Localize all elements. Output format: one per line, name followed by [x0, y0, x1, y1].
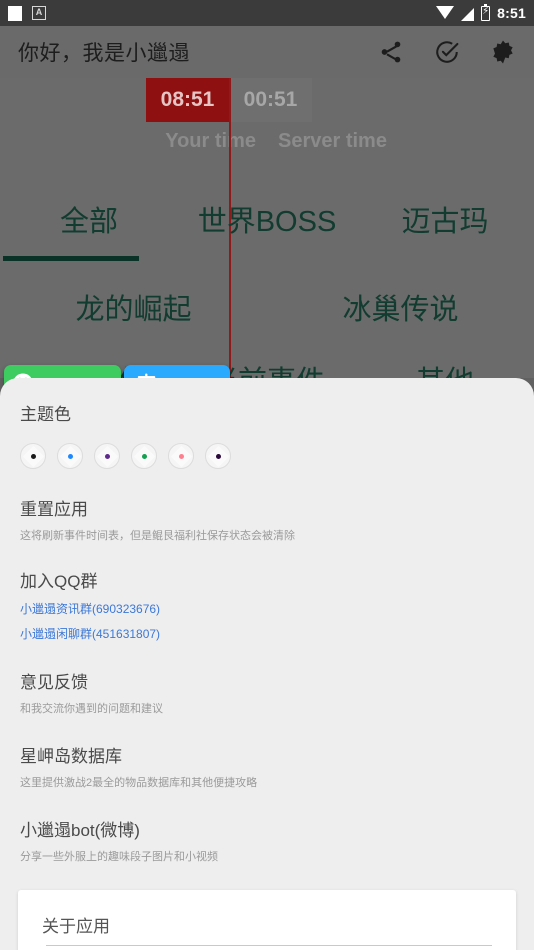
app-bar: 你好，我是小邋遢	[0, 26, 534, 78]
your-time-label: Your time	[165, 130, 256, 152]
app-root: A 8:51 你好，我是小邋遢	[0, 0, 534, 950]
about-app-card: 关于应用 当前版本：4.31 小邋遢是 Shiny丶Gaga 的闲暇作品 星岬岛…	[18, 890, 516, 950]
tab-maiguma[interactable]: 迈古玛	[356, 198, 534, 240]
time-labels: Your time Server time	[0, 130, 534, 153]
qq-group-link-chat[interactable]: 小邋遢闲聊群(451631807)	[20, 625, 514, 642]
page-title: 你好，我是小邋遢	[18, 42, 190, 65]
your-time-value: 08:51	[146, 78, 229, 122]
wifi-icon	[436, 5, 455, 19]
reset-app-section[interactable]: 重置应用 这将刷新事件时间表，但是鲲艮福利社保存状态会被清除	[20, 495, 514, 543]
swatch-blue[interactable]	[57, 443, 83, 469]
server-time-value: 00:51	[229, 78, 312, 122]
about-app-heading: 关于应用	[42, 917, 110, 936]
join-qq-section: 加入QQ群 小邋遢资讯群(690323676) 小邋遢闲聊群(451631807…	[20, 567, 514, 642]
server-time-label: Server time	[278, 130, 387, 152]
swatch-green[interactable]	[131, 443, 157, 469]
share-icon[interactable]	[378, 39, 404, 65]
database-subtitle: 这里提供激战2最全的物品数据库和其他便捷攻略	[20, 777, 258, 789]
status-bar-clock: 8:51	[497, 5, 526, 21]
about-divider	[46, 945, 492, 946]
battery-charging-icon	[481, 3, 491, 21]
theme-color-title: 主题色	[20, 405, 71, 424]
join-qq-title: 加入QQ群	[20, 572, 98, 591]
tab-all[interactable]: 全部	[0, 198, 178, 240]
feedback-title: 意见反馈	[20, 673, 88, 692]
tab-world-boss[interactable]: 世界BOSS	[178, 198, 356, 240]
app-bar-actions	[378, 39, 516, 65]
bot-title: 小邋遢bot(微博)	[20, 821, 140, 840]
settings-bottom-sheet: 主题色 重置应用 这将刷新事件时间表，但是鲲艮福利社保存状态会被清除 加入QQ群…	[0, 378, 534, 950]
swatch-pink[interactable]	[168, 443, 194, 469]
reset-app-subtitle: 这将刷新事件时间表，但是鲲艮福利社保存状态会被清除	[20, 530, 295, 542]
tab-row-1: 全部 世界BOSS 迈古玛	[0, 198, 534, 240]
bot-section[interactable]: 小邋遢bot(微博) 分享一些外服上的趣味段子图片和小视频	[20, 816, 514, 864]
file-notification-icon	[8, 5, 22, 21]
status-bar-notifications: A	[8, 5, 46, 21]
swatch-black[interactable]	[20, 443, 46, 469]
settings-content: 主题色 重置应用 这将刷新事件时间表，但是鲲艮福利社保存状态会被清除 加入QQ群…	[0, 378, 534, 864]
qq-group-link-info[interactable]: 小邋遢资讯群(690323676)	[20, 600, 514, 617]
donate-cards: 微信打赏 支付宝打赏	[0, 289, 534, 436]
swatch-purple[interactable]	[94, 443, 120, 469]
swatch-indigo[interactable]	[205, 443, 231, 469]
timeline-header: 08:51 00:51 Your time Server time 全部 世界B…	[0, 78, 534, 436]
database-section[interactable]: 星岬岛数据库 这里提供激战2最全的物品数据库和其他便捷攻略	[20, 742, 514, 790]
signal-icon	[461, 7, 475, 21]
theme-color-section: 主题色	[20, 400, 514, 469]
gear-icon[interactable]	[490, 39, 516, 65]
feedback-section[interactable]: 意见反馈 和我交流你遇到的问题和建议	[20, 668, 514, 716]
bot-subtitle: 分享一些外服上的趣味段子图片和小视频	[20, 851, 218, 863]
database-title: 星岬岛数据库	[20, 747, 122, 766]
status-bar-system: 8:51	[436, 3, 526, 21]
reset-app-title: 重置应用	[20, 500, 88, 519]
check-circle-icon[interactable]	[434, 39, 460, 65]
theme-color-swatches	[20, 443, 514, 469]
feedback-subtitle: 和我交流你遇到的问题和建议	[20, 703, 163, 715]
tab-active-indicator	[3, 256, 139, 261]
status-bar: A 8:51	[0, 0, 534, 26]
a-badge-icon: A	[32, 6, 46, 20]
